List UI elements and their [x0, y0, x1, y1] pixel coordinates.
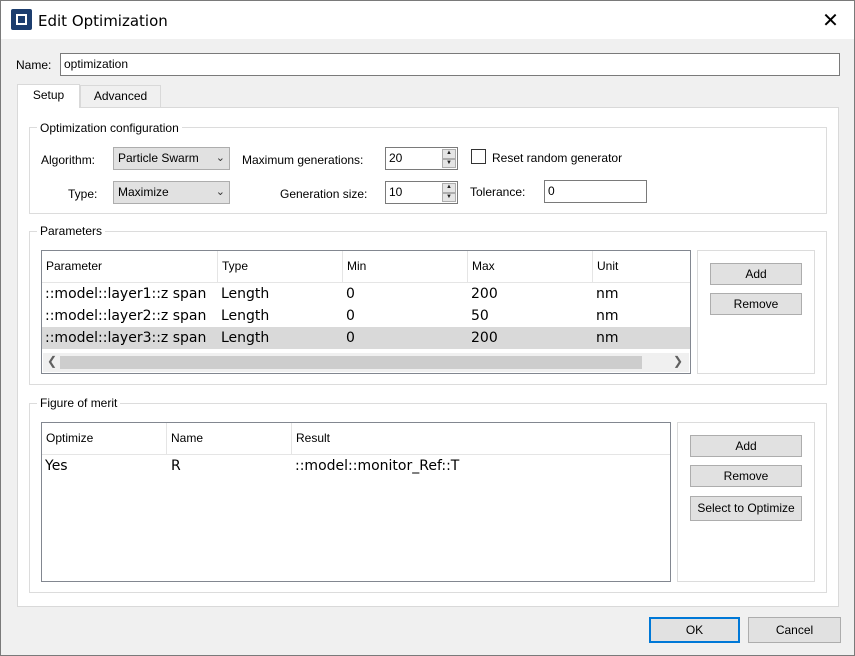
setup-panel: Optimization configuration Algorithm: Pa…	[17, 107, 839, 607]
add-parameter-button[interactable]: Add	[710, 263, 802, 285]
table-row[interactable]: ::model::layer2::z span Length 0 50 nm	[42, 305, 690, 327]
algorithm-value: Particle Swarm	[118, 151, 199, 165]
column-header-result[interactable]: Result	[292, 423, 670, 454]
column-header-name[interactable]: Name	[167, 423, 292, 454]
tab-setup[interactable]: Setup	[17, 84, 80, 108]
max-generations-spinbox[interactable]: 20 ▲ ▼	[385, 147, 458, 170]
remove-fom-button[interactable]: Remove	[690, 465, 802, 487]
table-row[interactable]: Yes R ::model::monitor_Ref::T	[42, 455, 670, 477]
column-header-max[interactable]: Max	[468, 251, 593, 282]
max-generations-label: Maximum generations:	[242, 153, 364, 167]
remove-parameter-button[interactable]: Remove	[710, 293, 802, 315]
horizontal-scrollbar[interactable]: ❮ ❯	[43, 353, 689, 372]
column-header-parameter[interactable]: Parameter	[42, 251, 218, 282]
type-select[interactable]: Maximize ⌄	[113, 181, 230, 204]
chevron-down-icon: ⌄	[215, 152, 225, 164]
spin-up-icon[interactable]: ▲	[442, 183, 456, 193]
scroll-right-icon[interactable]: ❯	[673, 354, 683, 368]
column-header-unit[interactable]: Unit	[593, 251, 690, 282]
table-row[interactable]: ::model::layer3::z span Length 0 200 nm	[42, 327, 690, 349]
algorithm-select[interactable]: Particle Swarm ⌄	[113, 147, 230, 170]
column-header-type[interactable]: Type	[218, 251, 343, 282]
parameters-title: Parameters	[37, 224, 106, 238]
type-label: Type:	[68, 187, 98, 201]
add-fom-button[interactable]: Add	[690, 435, 802, 457]
algorithm-label: Algorithm:	[41, 153, 96, 167]
generation-size-value: 10	[389, 185, 403, 199]
tolerance-label: Tolerance:	[470, 185, 526, 199]
max-generations-value: 20	[389, 151, 403, 165]
column-header-optimize[interactable]: Optimize	[42, 423, 167, 454]
tolerance-input[interactable]: 0	[544, 180, 647, 203]
name-label: Name:	[16, 58, 52, 72]
app-icon	[11, 9, 32, 30]
reset-random-generator-label: Reset random generator	[492, 151, 623, 165]
column-header-min[interactable]: Min	[343, 251, 468, 282]
scroll-left-icon[interactable]: ❮	[47, 354, 57, 368]
optimization-configuration-title: Optimization configuration	[37, 121, 182, 135]
spin-down-icon[interactable]: ▼	[442, 158, 456, 168]
edit-optimization-dialog: Edit Optimization ✕ Name: optimization S…	[0, 0, 855, 656]
chevron-down-icon: ⌄	[215, 186, 225, 198]
scrollbar-thumb[interactable]	[60, 356, 642, 369]
select-to-optimize-button[interactable]: Select to Optimize	[690, 496, 802, 521]
generation-size-label: Generation size:	[280, 187, 368, 201]
figure-of-merit-table: Optimize Name Result Yes R ::model::moni…	[41, 422, 671, 582]
parameters-table: Parameter Type Min Max Unit ::model::lay…	[41, 250, 691, 374]
title-bar: Edit Optimization ✕	[1, 1, 854, 39]
type-value: Maximize	[118, 185, 169, 199]
tab-advanced[interactable]: Advanced	[80, 85, 161, 108]
cancel-button[interactable]: Cancel	[748, 617, 841, 643]
reset-random-generator-checkbox[interactable]	[471, 149, 486, 164]
name-input[interactable]: optimization	[60, 53, 840, 76]
spin-down-icon[interactable]: ▼	[442, 192, 456, 202]
table-row[interactable]: ::model::layer1::z span Length 0 200 nm	[42, 283, 690, 305]
window-title: Edit Optimization	[38, 12, 168, 30]
figure-of-merit-title: Figure of merit	[37, 396, 121, 410]
close-button[interactable]: ✕	[807, 1, 854, 39]
generation-size-spinbox[interactable]: 10 ▲ ▼	[385, 181, 458, 204]
ok-button[interactable]: OK	[649, 617, 740, 643]
spin-up-icon[interactable]: ▲	[442, 149, 456, 159]
